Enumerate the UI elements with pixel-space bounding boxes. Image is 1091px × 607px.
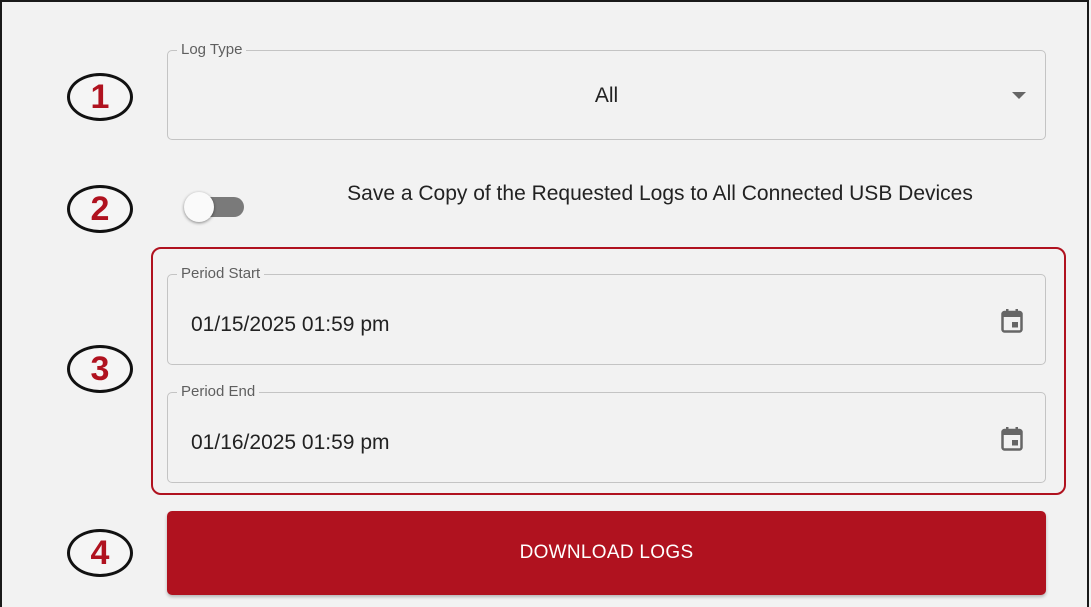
step-4-marker: 4	[67, 529, 133, 577]
step-1-number: 1	[90, 77, 110, 116]
step-1-marker: 1	[67, 73, 133, 121]
log-type-label: Log Type	[177, 42, 247, 58]
step-4-number: 4	[90, 533, 110, 572]
period-end-value: 01/16/2025 01:59 pm	[191, 431, 390, 454]
period-start-field[interactable]: Period Start 01/15/2025 01:59 pm	[167, 266, 1046, 365]
log-type-value: All	[594, 84, 619, 107]
download-logs-button[interactable]: DOWNLOAD LOGS	[167, 511, 1046, 595]
usb-copy-label: Save a Copy of the Requested Logs to All…	[347, 182, 973, 205]
step-2-marker: 2	[67, 185, 133, 233]
period-end-field[interactable]: Period End 01/16/2025 01:59 pm	[167, 384, 1046, 483]
step-2-number: 2	[90, 189, 110, 228]
step-3-marker: 3	[67, 345, 133, 393]
usb-copy-toggle[interactable]	[184, 192, 244, 222]
calendar-icon[interactable]	[1001, 427, 1023, 451]
caret-down-icon	[1012, 92, 1026, 99]
period-start-label: Period Start	[177, 266, 265, 282]
period-start-value: 01/15/2025 01:59 pm	[191, 313, 390, 336]
period-end-label: Period End	[177, 384, 260, 400]
toggle-thumb[interactable]	[184, 192, 214, 222]
calendar-icon[interactable]	[1001, 309, 1023, 333]
log-type-select[interactable]: Log Type All	[167, 42, 1046, 140]
step-3-number: 3	[90, 349, 110, 388]
